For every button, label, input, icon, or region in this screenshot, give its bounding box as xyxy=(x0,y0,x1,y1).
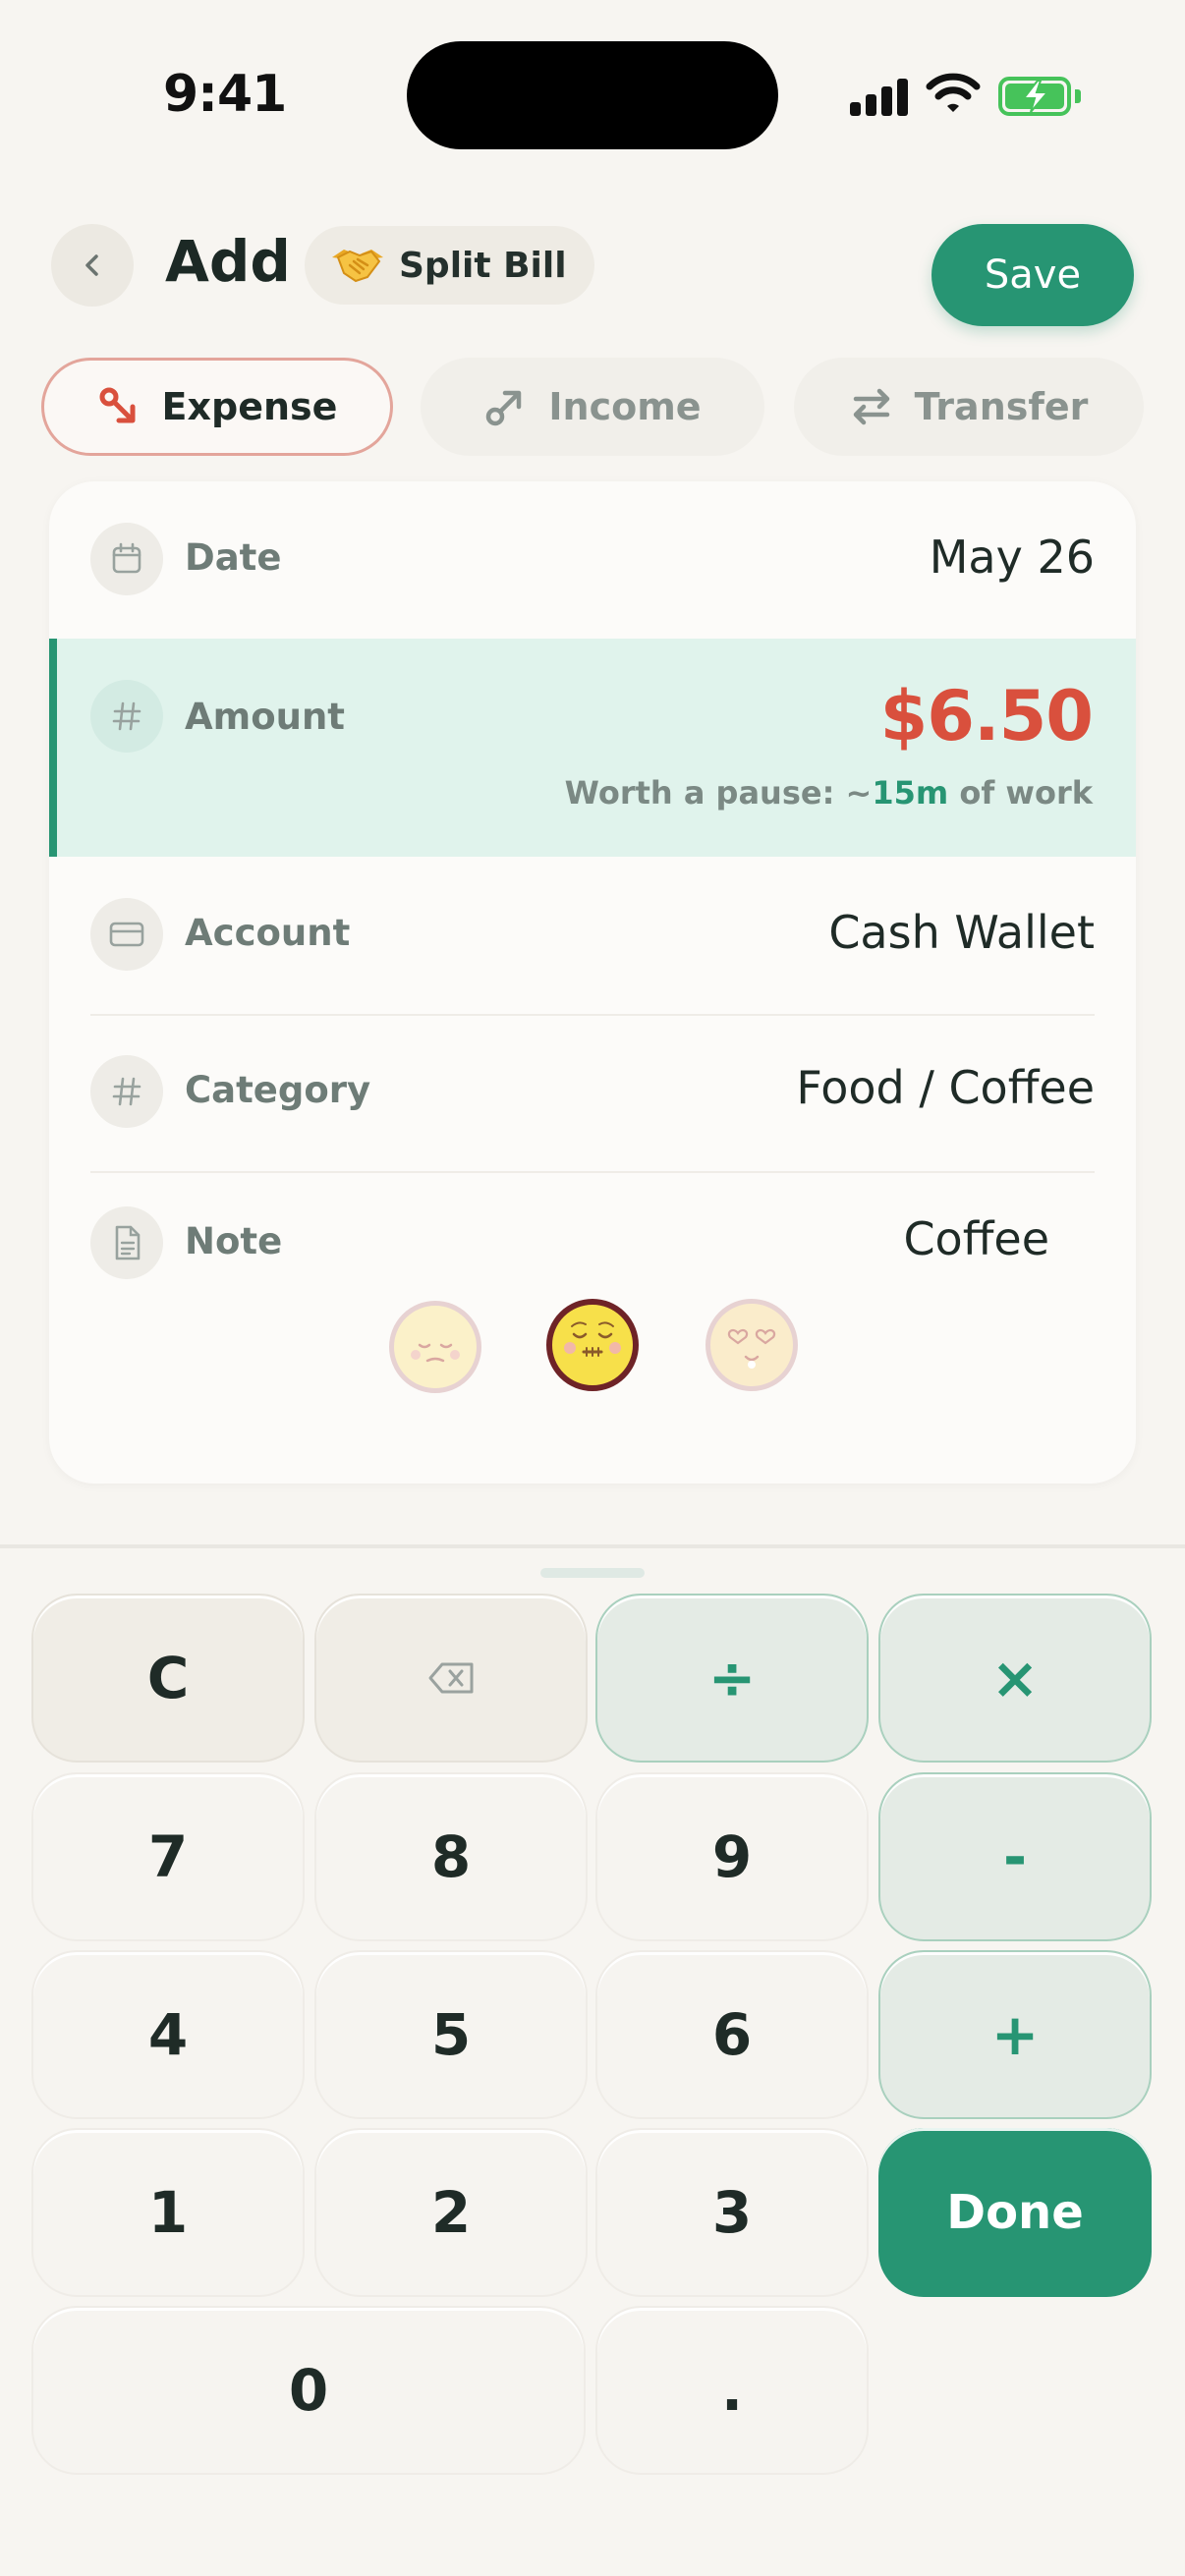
key-5[interactable]: 5 xyxy=(314,1950,588,2119)
tab-expense[interactable]: Expense xyxy=(41,358,393,456)
date-row[interactable]: Date May 26 xyxy=(49,481,1136,639)
document-icon xyxy=(90,1206,163,1279)
card-icon xyxy=(90,898,163,971)
dynamic-island xyxy=(407,41,778,149)
amount-value[interactable]: $6.50 xyxy=(880,676,1094,756)
key-clear[interactable]: C xyxy=(31,1594,305,1763)
category-hash-icon xyxy=(90,1055,163,1128)
mood-picker xyxy=(49,1299,1136,1417)
work-time-hint: Worth a pause: ~15m of work xyxy=(565,774,1093,812)
category-value[interactable]: Food / Coffee xyxy=(796,1061,1095,1114)
tab-income[interactable]: Income xyxy=(421,358,764,456)
backspace-icon xyxy=(428,1662,474,1694)
transaction-type-tabs: Expense Income Transfer xyxy=(39,358,1146,458)
category-row[interactable]: Category Food / Coffee xyxy=(49,1014,1136,1171)
page-title: Add xyxy=(165,228,291,295)
chevron-left-icon xyxy=(85,254,98,276)
key-8[interactable]: 8 xyxy=(314,1772,588,1941)
account-label: Account xyxy=(185,912,351,954)
done-button[interactable]: Done xyxy=(878,2128,1152,2297)
sad-face-icon[interactable] xyxy=(389,1301,481,1393)
key-plus[interactable]: + xyxy=(878,1950,1152,2119)
status-bar: 9:41 xyxy=(0,0,1185,187)
hint-prefix: Worth a pause: ~ xyxy=(564,774,873,812)
cellular-signal-icon xyxy=(850,77,909,116)
key-9[interactable]: 9 xyxy=(595,1772,869,1941)
amount-row[interactable]: Amount $6.50 Worth a pause: ~15m of work xyxy=(49,639,1136,857)
key-1[interactable]: 1 xyxy=(31,2128,305,2297)
calendar-icon xyxy=(90,523,163,595)
keypad-sheet-divider xyxy=(0,1544,1185,1548)
hint-highlight: 15m xyxy=(872,774,949,812)
hint-suffix: of work xyxy=(948,774,1093,812)
tab-income-label: Income xyxy=(548,385,702,428)
back-button[interactable] xyxy=(51,224,134,307)
arrow-down-right-icon xyxy=(99,387,136,423)
tab-expense-label: Expense xyxy=(161,385,338,428)
split-bill-button[interactable]: Split Bill xyxy=(305,226,594,305)
key-4[interactable]: 4 xyxy=(31,1950,305,2119)
wifi-icon xyxy=(926,71,981,116)
content-face-icon[interactable] xyxy=(546,1299,639,1391)
save-button[interactable]: Save xyxy=(931,224,1134,326)
transaction-form: Date May 26 Amount $6.50 Worth a pause: … xyxy=(49,481,1136,1484)
date-value[interactable]: May 26 xyxy=(930,531,1095,584)
battery-charging-icon xyxy=(998,77,1081,116)
key-0[interactable]: 0 xyxy=(31,2306,586,2475)
key-backspace[interactable] xyxy=(314,1594,588,1763)
key-2[interactable]: 2 xyxy=(314,2128,588,2297)
split-bill-label: Split Bill xyxy=(399,245,567,286)
key-decimal[interactable]: . xyxy=(595,2306,869,2475)
date-label: Date xyxy=(185,536,282,579)
key-minus[interactable]: - xyxy=(878,1772,1152,1941)
tab-transfer[interactable]: Transfer xyxy=(794,358,1144,456)
transfer-arrows-icon xyxy=(853,388,889,425)
amount-active-indicator xyxy=(49,639,57,857)
category-label: Category xyxy=(185,1069,371,1111)
amount-label: Amount xyxy=(185,696,345,738)
account-value[interactable]: Cash Wallet xyxy=(828,906,1095,959)
love-face-icon[interactable] xyxy=(705,1299,798,1391)
arrow-up-right-icon xyxy=(486,390,522,426)
sheet-grabber[interactable] xyxy=(540,1568,645,1578)
note-label: Note xyxy=(185,1220,283,1262)
note-value[interactable]: Coffee xyxy=(903,1212,1049,1265)
key-3[interactable]: 3 xyxy=(595,2128,869,2297)
key-6[interactable]: 6 xyxy=(595,1950,869,2119)
account-row[interactable]: Account Cash Wallet xyxy=(49,857,1136,1014)
handshake-icon xyxy=(332,250,383,283)
key-7[interactable]: 7 xyxy=(31,1772,305,1941)
key-divide[interactable]: ÷ xyxy=(595,1594,869,1763)
status-time: 9:41 xyxy=(163,65,287,124)
key-multiply[interactable]: × xyxy=(878,1594,1152,1763)
tab-transfer-label: Transfer xyxy=(914,385,1089,428)
hash-icon xyxy=(90,680,163,753)
